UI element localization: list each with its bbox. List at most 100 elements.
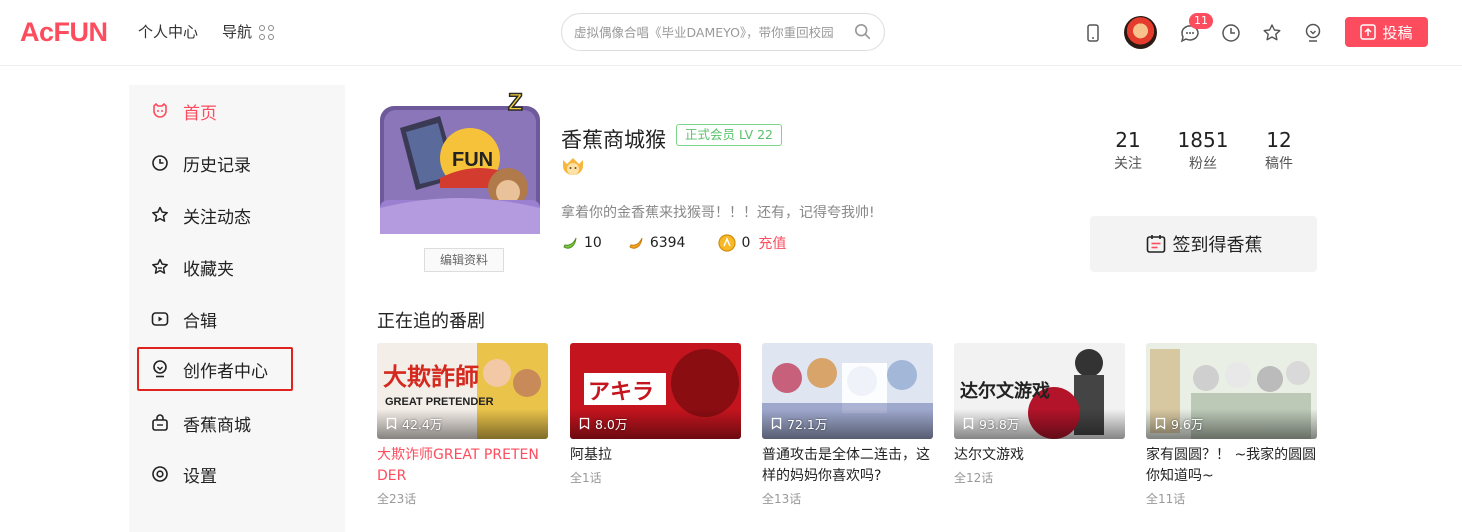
signin-label: 签到得香蕉 xyxy=(1172,235,1263,256)
mobile-icon[interactable] xyxy=(1082,22,1104,44)
sidebar-item-label: 合辑 xyxy=(183,311,217,332)
nav-personal-center[interactable]: 个人中心 xyxy=(138,21,198,42)
bangumi-card[interactable]: 9.6万 家有圆圆？！ ~我家的圆圆你知道吗~ 全11话 xyxy=(1146,343,1317,507)
sidebar-item-settings[interactable]: 设置 xyxy=(139,452,335,496)
svg-text:大欺詐師: 大欺詐師 xyxy=(383,362,479,391)
settings-icon xyxy=(152,466,168,482)
bangumi-card[interactable]: 72.1万 普通攻击是全体二连击，这样的妈妈你喜欢吗? 全13话 xyxy=(762,343,933,507)
view-count: 42.4万 xyxy=(385,414,442,433)
bangumi-card[interactable]: アキラ 8.0万 阿基拉 全1话 xyxy=(570,343,741,486)
message-count-badge: 11 xyxy=(1189,13,1213,29)
banana-icon xyxy=(563,237,577,249)
acfun-logo[interactable]: AcFUN xyxy=(20,17,108,47)
acoin-icon xyxy=(718,234,737,252)
sidebar-item-shop[interactable]: 香蕉商城 xyxy=(139,401,335,445)
bangumi-thumbnail: 9.6万 xyxy=(1146,343,1317,439)
sidebar-item-label: 收藏夹 xyxy=(183,259,234,280)
following-label: 关注 xyxy=(1114,156,1142,172)
sidebar-item-favorites[interactable]: 收藏夹 xyxy=(139,245,335,289)
search-box xyxy=(561,13,885,51)
bangumi-title[interactable]: 阿基拉 xyxy=(570,445,741,466)
upload-button[interactable]: 投稿 xyxy=(1345,17,1428,47)
following-count: 21 xyxy=(1115,128,1141,152)
collection-icon xyxy=(151,312,169,326)
fans-stat[interactable]: 1851 粉丝 xyxy=(1173,129,1233,173)
username: 香蕉商城猴 xyxy=(561,128,666,152)
history-icon xyxy=(152,155,168,171)
search-input[interactable] xyxy=(574,22,846,42)
bookmark-icon xyxy=(771,417,782,430)
search-icon[interactable] xyxy=(854,23,872,41)
bangumi-episodes: 全13话 xyxy=(762,492,802,506)
signin-button[interactable]: 签到得香蕉 xyxy=(1090,216,1317,272)
sidebar-item-label: 香蕉商城 xyxy=(183,415,251,436)
sidebar-item-collection[interactable]: 合辑 xyxy=(139,297,335,341)
bookmark-icon xyxy=(1155,417,1166,430)
bangumi-section-title: 正在追的番剧 xyxy=(377,311,485,332)
gold-banana-count: 6394 xyxy=(649,235,686,251)
recharge-link[interactable]: 充值 xyxy=(758,233,786,253)
bangumi-episodes: 全12话 xyxy=(954,471,994,485)
bookmark-icon xyxy=(579,417,590,430)
bangumi-title[interactable]: 大欺诈师GREAT PRETENDER xyxy=(377,445,548,487)
edit-profile-button[interactable]: 编辑资料 xyxy=(424,248,504,272)
sidebar-item-label: 创作者中心 xyxy=(183,361,268,382)
sidebar-item-label: 历史记录 xyxy=(183,155,251,176)
bangumi-episodes: 全1话 xyxy=(570,471,602,485)
fans-label: 粉丝 xyxy=(1189,156,1217,172)
bangumi-title[interactable]: 家有圆圆？！ ~我家的圆圆你知道吗~ xyxy=(1146,445,1317,487)
following-stat[interactable]: 21 关注 xyxy=(1098,129,1158,173)
posts-label: 稿件 xyxy=(1265,156,1293,172)
top-bar: AcFUN 个人中心 导航 11 投稿 xyxy=(0,0,1462,66)
sidebar-item-creator-center[interactable]: 创作者中心 xyxy=(137,347,293,391)
bangumi-thumbnail: アキラ 8.0万 xyxy=(570,343,741,439)
bangumi-thumbnail: 达尔文游戏 93.8万 xyxy=(954,343,1125,439)
sidebar-item-label: 首页 xyxy=(183,103,217,124)
upload-label: 投稿 xyxy=(1382,23,1413,42)
shop-icon xyxy=(152,414,168,431)
sidebar-item-label: 关注动态 xyxy=(183,207,251,228)
currency-row: 10 6394 0 充值 xyxy=(560,232,786,254)
view-count: 72.1万 xyxy=(770,414,827,433)
upload-icon xyxy=(1360,24,1377,40)
sidebar-item-home[interactable]: 首页 xyxy=(139,89,335,133)
bangumi-thumbnail: 大欺詐師 GREAT PRETENDER 42.4万 xyxy=(377,343,548,439)
bangumi-title[interactable]: 达尔文游戏 xyxy=(954,445,1125,466)
svg-text:FUN: FUN xyxy=(452,149,493,171)
user-bio: 拿着你的金香蕉来找猴哥！！！还有，记得夸我帅! xyxy=(561,205,875,221)
bangumi-title[interactable]: 普通攻击是全体二连击，这样的妈妈你喜欢吗? xyxy=(762,445,933,487)
gold-banana-icon xyxy=(629,237,643,249)
acoin-count: 0 xyxy=(741,235,751,251)
bookmark-icon xyxy=(386,417,397,430)
sidebar: 首页 历史记录 关注动态 收藏夹 合辑 创作者中心 香蕉商城 设置 xyxy=(129,85,345,532)
profile-avatar[interactable]: FUN Z xyxy=(380,88,546,238)
history-icon[interactable] xyxy=(1220,22,1242,44)
view-count: 9.6万 xyxy=(1154,414,1203,433)
home-icon xyxy=(153,103,167,118)
svg-text:アキラ: アキラ xyxy=(588,380,654,405)
svg-text:GREAT PRETENDER: GREAT PRETENDER xyxy=(385,396,494,408)
sidebar-item-label: 设置 xyxy=(183,466,217,487)
bangumi-episodes: 全11话 xyxy=(1146,492,1186,506)
sidebar-item-history[interactable]: 历史记录 xyxy=(139,141,335,185)
member-level-badge: 正式会员 LV 22 xyxy=(676,124,782,146)
calendar-icon xyxy=(1146,235,1165,253)
fans-count: 1851 xyxy=(1177,128,1229,152)
svg-text:Z: Z xyxy=(508,89,523,116)
follow-star-icon[interactable] xyxy=(1261,22,1283,44)
favorites-icon xyxy=(152,258,168,274)
posts-count: 12 xyxy=(1266,128,1292,152)
grid-icon[interactable] xyxy=(259,25,275,41)
posts-stat[interactable]: 12 稿件 xyxy=(1249,129,1309,173)
bookmark-icon xyxy=(963,417,974,430)
bangumi-card[interactable]: 大欺詐師 GREAT PRETENDER 42.4万 大欺诈师GREAT PRE… xyxy=(377,343,548,507)
creator-bulb-icon[interactable] xyxy=(1302,22,1324,44)
bangumi-card[interactable]: 达尔文游戏 93.8万 达尔文游戏 全12话 xyxy=(954,343,1125,486)
banana-count: 10 xyxy=(584,235,602,251)
view-count: 8.0万 xyxy=(578,414,627,433)
follow-icon xyxy=(152,206,168,222)
monkey-medal-icon xyxy=(563,158,583,175)
sidebar-item-follow[interactable]: 关注动态 xyxy=(139,193,335,237)
user-avatar[interactable] xyxy=(1124,16,1157,49)
nav-guide[interactable]: 导航 xyxy=(222,21,252,42)
